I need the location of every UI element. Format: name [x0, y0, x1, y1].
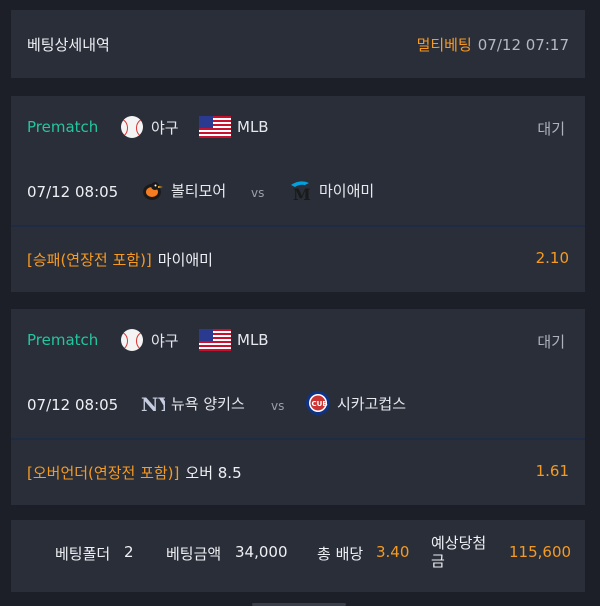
baseball-icon: [121, 116, 143, 138]
yankees-logo-icon: NY: [141, 394, 165, 416]
svg-text:M: M: [293, 185, 311, 203]
orioles-logo-icon: [143, 182, 163, 200]
away-team-name: 마이애미: [319, 181, 375, 200]
header-meta: 멀티베팅 07/12 07:17: [417, 34, 569, 55]
usa-flag-icon: [199, 116, 231, 138]
market-name: [오버언더(연장전 포함)]: [27, 464, 180, 482]
total-odds-label: 총 배당: [317, 545, 364, 563]
league: MLB: [199, 329, 269, 351]
home-team: NY 뉴욕 양키스: [139, 390, 245, 416]
market: [승패(연장전 포함)] 마이애미: [27, 249, 213, 270]
away-team: M 마이애미: [287, 177, 374, 203]
marlins-logo-icon: M: [291, 181, 311, 203]
svg-text:CUB: CUB: [312, 400, 328, 408]
folder-count-label: 베팅폴더: [55, 545, 111, 563]
bet-card: Prematch 야구 MLB 대기 07/12 08:05 NY: [11, 309, 585, 505]
baseball-icon: [121, 329, 143, 351]
bet-amount-label: 베팅금액: [166, 545, 222, 563]
home-team: 볼티모어: [139, 177, 226, 203]
vs-label: vs: [251, 186, 265, 200]
away-team-name: 시카고컵스: [337, 394, 407, 413]
league: MLB: [199, 116, 269, 138]
home-team-name: 뉴욕 양키스: [171, 394, 245, 413]
page-title: 베팅상세내역: [27, 36, 110, 54]
league-label: MLB: [237, 331, 269, 349]
market-name: [승패(연장전 포함)]: [27, 251, 152, 269]
market-row: [승패(연장전 포함)] 마이애미 2.10: [11, 227, 585, 292]
bet-amount-value: 34,000: [235, 543, 288, 561]
league-label: MLB: [237, 118, 269, 136]
sport-label: 야구: [151, 331, 179, 350]
expected-win-label: 예상당첨금: [431, 534, 487, 570]
pick-label: 마이애미: [157, 251, 213, 269]
bet-datetime: 07/12 07:17: [477, 36, 569, 54]
bet-detail-header: 베팅상세내역 멀티베팅 07/12 07:17: [11, 10, 585, 78]
cubs-logo-icon: CUB: [306, 391, 330, 415]
pick-label: 오버 8.5: [185, 464, 242, 482]
prematch-label: Prematch: [27, 118, 99, 136]
total-odds-value: 3.40: [376, 543, 410, 561]
bet-card: Prematch 야구 MLB 대기 07/12 08:05 볼티모어 vs M…: [11, 96, 585, 292]
prematch-label: Prematch: [27, 331, 99, 349]
home-team-name: 볼티모어: [171, 181, 227, 200]
folder-count-value: 2: [124, 543, 134, 561]
bet-info-row: Prematch 야구 MLB 대기: [11, 96, 585, 160]
odds-value: 2.10: [535, 249, 569, 267]
status-badge: 대기: [537, 333, 565, 351]
odds-value: 1.61: [535, 462, 569, 480]
bet-info-row: Prematch 야구 MLB 대기: [11, 309, 585, 373]
expected-win-value: 115,600: [509, 543, 572, 561]
bet-summary: 베팅폴더 2 베팅금액 34,000 총 배당 3.40 예상당첨금 115,6…: [11, 520, 585, 592]
bet-type-label: 멀티베팅: [416, 36, 472, 54]
match-time: 07/12 08:05: [27, 183, 119, 201]
svg-text:NY: NY: [141, 394, 165, 416]
usa-flag-icon: [199, 329, 231, 351]
vs-label: vs: [271, 399, 285, 413]
sport-label: 야구: [151, 118, 179, 137]
sport: 야구: [121, 116, 179, 138]
sport: 야구: [121, 329, 179, 351]
match-row: 07/12 08:05 볼티모어 vs M 마이애미: [11, 160, 585, 225]
match-row: 07/12 08:05 NY 뉴욕 양키스 vs CUB 시카고컵스: [11, 373, 585, 438]
match-time: 07/12 08:05: [27, 396, 119, 414]
market-row: [오버언더(연장전 포함)] 오버 8.5 1.61: [11, 440, 585, 505]
market: [오버언더(연장전 포함)] 오버 8.5: [27, 462, 242, 483]
away-team: CUB 시카고컵스: [305, 390, 406, 416]
status-badge: 대기: [537, 120, 565, 138]
